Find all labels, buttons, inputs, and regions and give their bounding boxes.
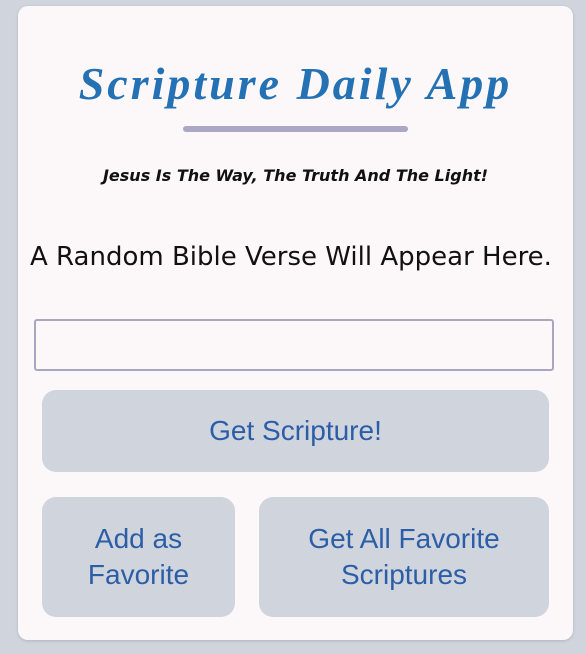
app-title: Scripture Daily App bbox=[78, 58, 513, 109]
app-card: Scripture Daily App Jesus Is The Way, Th… bbox=[18, 6, 573, 640]
get-scripture-button[interactable]: Get Scripture! bbox=[42, 390, 549, 472]
title-divider bbox=[183, 126, 408, 132]
get-all-favorites-button[interactable]: Get All Favorite Scriptures bbox=[259, 497, 549, 617]
tagline: Jesus Is The Way, The Truth And The Ligh… bbox=[102, 166, 489, 185]
verse-display: A Random Bible Verse Will Appear Here. bbox=[30, 242, 552, 272]
scripture-input[interactable] bbox=[34, 319, 554, 371]
add-favorite-button[interactable]: Add as Favorite bbox=[42, 497, 235, 617]
